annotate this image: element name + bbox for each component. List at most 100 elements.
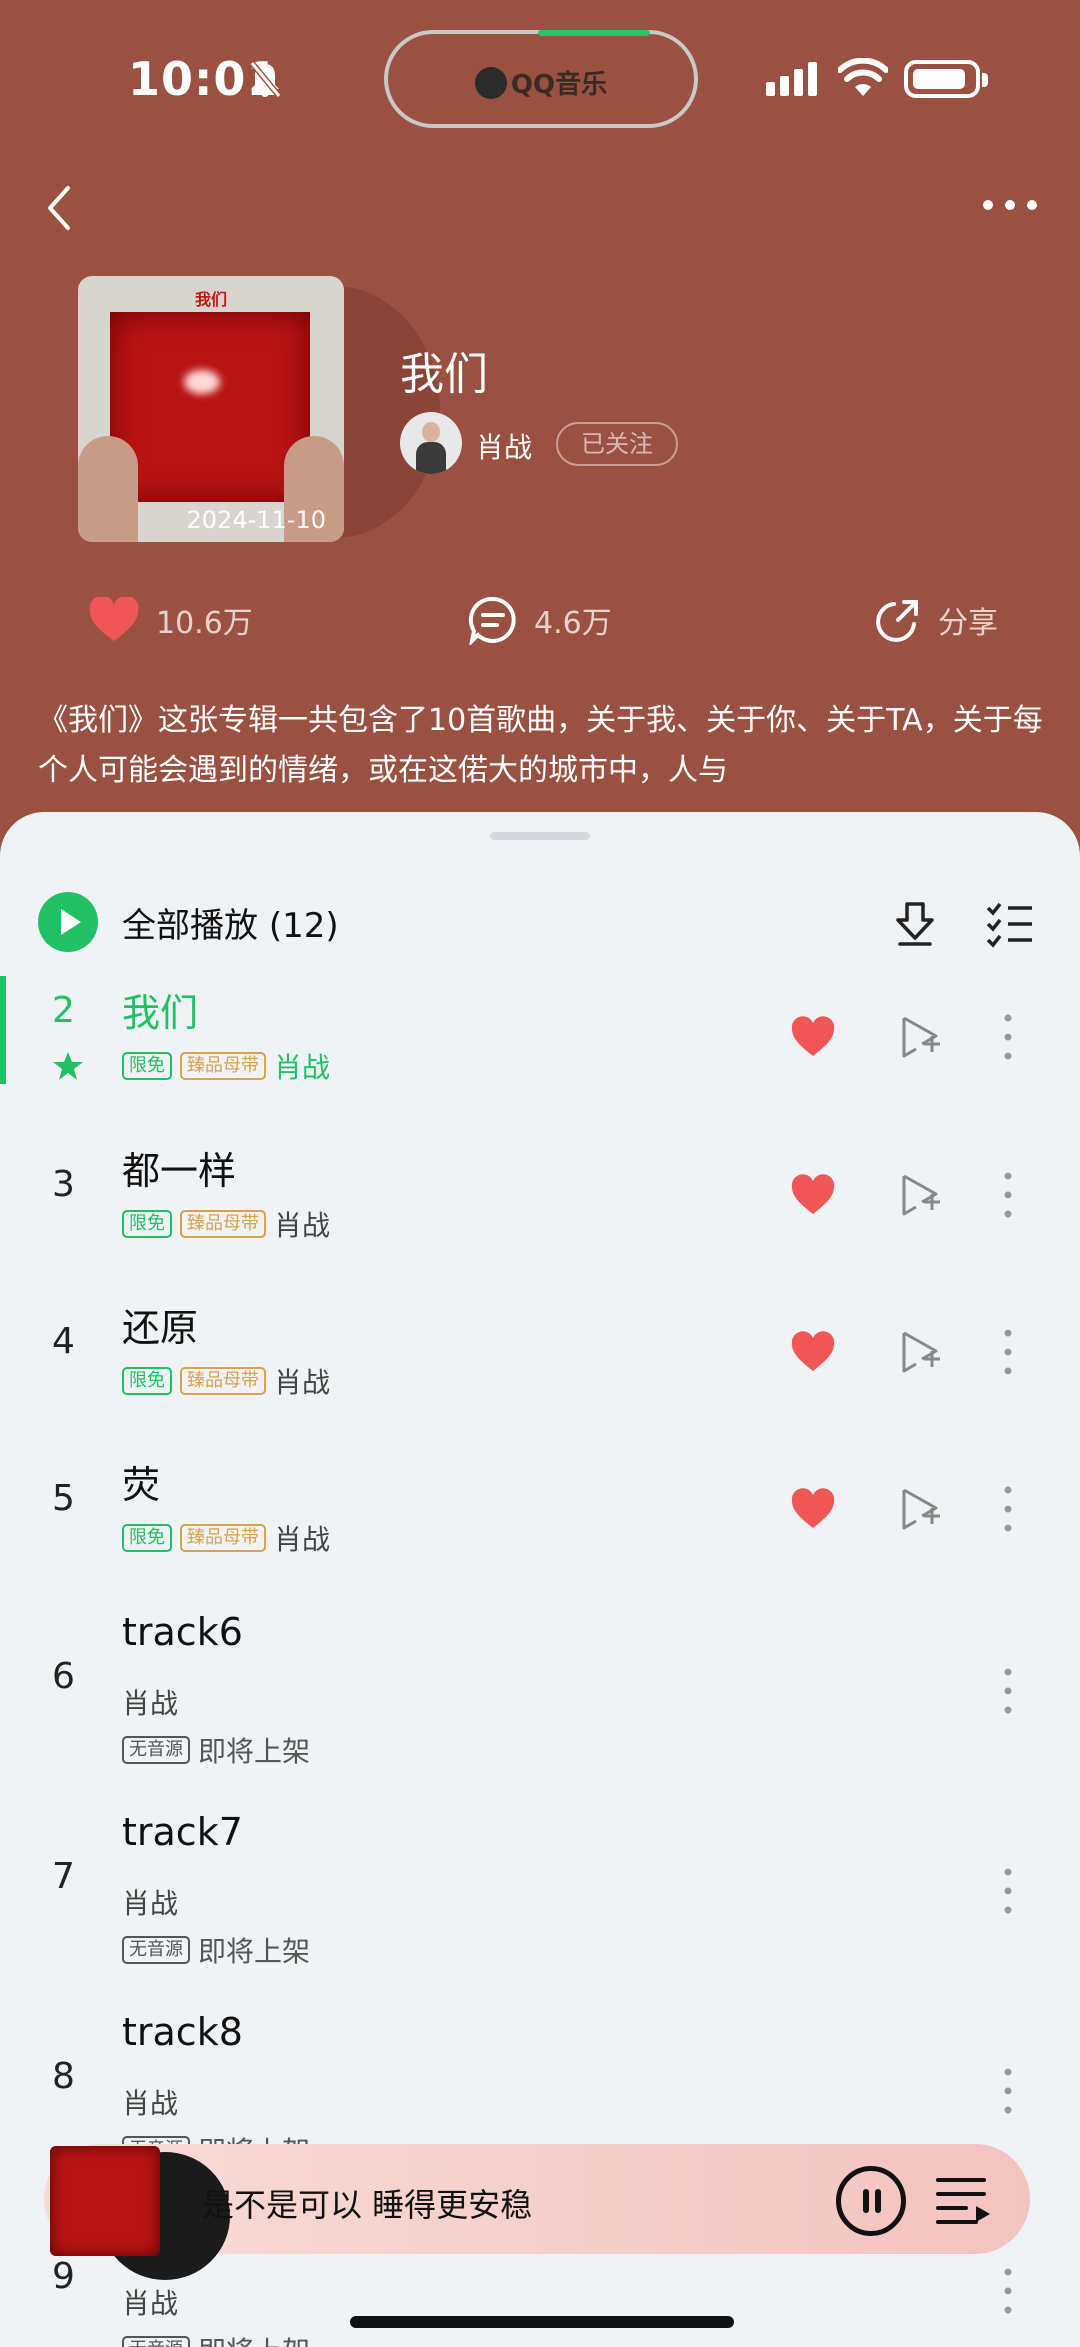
heart-icon[interactable] <box>790 1016 836 1058</box>
comment-count: 4.6万 <box>534 606 612 641</box>
mini-player[interactable]: 是不是可以 睡得更安稳 <box>44 2144 1030 2280</box>
add-to-queue-icon[interactable] <box>900 1486 942 1532</box>
play-all-button[interactable]: 全部播放 (12) <box>38 892 339 952</box>
free-badge: 限免 <box>122 1367 172 1395</box>
track-title: 还原 <box>122 1306 199 1350</box>
master-quality-badge: 臻品母带 <box>180 1524 266 1552</box>
more-options-icon[interactable] <box>1000 1327 1016 1377</box>
more-icon[interactable] <box>980 190 1040 220</box>
dynamic-island[interactable]: QQ音乐 <box>384 30 698 128</box>
release-status: 即将上架 <box>198 1735 311 1768</box>
track-artist: 肖战 <box>274 1209 331 1242</box>
track-row[interactable]: 2 我们 限免 臻品母带 肖战 <box>0 976 1080 1086</box>
bell-muted-icon <box>249 61 282 98</box>
sheet-grabber[interactable] <box>490 832 590 840</box>
track-title: 都一样 <box>122 1149 237 1193</box>
more-options-icon[interactable] <box>1000 1012 1016 1062</box>
home-indicator[interactable] <box>350 2316 734 2328</box>
track-artist: 肖战 <box>122 1887 179 1920</box>
track-number: 6 <box>52 1656 75 1697</box>
heart-icon[interactable] <box>790 1488 836 1530</box>
share-button[interactable]: 分享 <box>874 590 998 650</box>
free-badge: 限免 <box>122 1052 172 1080</box>
battery-icon <box>904 60 988 98</box>
track-row[interactable]: 5 荧 限免 臻品母带 肖战 <box>0 1448 1080 1558</box>
follow-button[interactable]: 已关注 <box>556 422 678 466</box>
heart-icon[interactable] <box>790 1174 836 1216</box>
cover-art: 我们 2024-11-10 <box>78 276 344 542</box>
more-options-icon[interactable] <box>1000 1666 1016 1716</box>
track-artist: 肖战 <box>274 1366 331 1399</box>
more-options-icon[interactable] <box>1000 2066 1016 2116</box>
play-icon <box>38 892 98 952</box>
star-icon <box>53 1052 83 1080</box>
track-artist: 肖战 <box>122 2287 179 2320</box>
album-cover[interactable]: 我们 2024-11-10 <box>78 276 440 544</box>
album-description[interactable]: 《我们》这张专辑一共包含了10首歌曲，关于我、关于你、关于TA，关于每个人可能会… <box>38 696 1048 796</box>
back-icon[interactable] <box>40 180 80 236</box>
track-title: track7 <box>122 1810 243 1854</box>
more-options-icon[interactable] <box>1000 2266 1016 2316</box>
track-number: 5 <box>52 1478 75 1519</box>
track-row[interactable]: 6 track6 肖战 无音源 即将上架 <box>0 1604 1080 1784</box>
multi-select-icon[interactable] <box>986 898 1036 948</box>
free-badge: 限免 <box>122 1524 172 1552</box>
album-title: 我们 <box>400 349 488 400</box>
free-badge: 限免 <box>122 1210 172 1238</box>
artist-name[interactable]: 肖战 <box>476 426 532 466</box>
wifi-icon <box>838 58 888 96</box>
track-artist: 肖战 <box>122 2087 179 2120</box>
like-count: 10.6万 <box>156 606 253 641</box>
track-artist: 肖战 <box>122 1687 179 1720</box>
track-artist: 肖战 <box>274 1523 331 1556</box>
download-icon[interactable] <box>890 898 940 948</box>
share-label: 分享 <box>938 606 998 641</box>
track-list-sheet: 全部播放 (12) 2 我们 限免 臻品母带 肖战 3 都一样 限免 臻品母带 … <box>0 812 1080 2347</box>
pause-icon[interactable] <box>836 2166 906 2236</box>
master-quality-badge: 臻品母带 <box>180 1367 266 1395</box>
like-button[interactable]: 10.6万 <box>88 590 253 650</box>
now-playing-title: 是不是可以 睡得更安稳 <box>202 2186 533 2224</box>
signal-icon <box>766 62 817 96</box>
release-status: 即将上架 <box>198 2330 310 2347</box>
track-title: track6 <box>122 1610 243 1654</box>
no-source-badge: 无音源 <box>122 2336 190 2347</box>
more-options-icon[interactable] <box>1000 1484 1016 1534</box>
master-quality-badge: 臻品母带 <box>180 1210 266 1238</box>
track-number: 4 <box>52 1321 75 1362</box>
more-options-icon[interactable] <box>1000 1170 1016 1220</box>
album-header: 10:01 QQ音乐 我们 2024-11-10 我们 肖战 已关注 10.6万… <box>0 0 1080 880</box>
playlist-icon[interactable] <box>936 2174 992 2226</box>
release-date: 2024-11-10 <box>186 506 326 534</box>
comment-button[interactable]: 4.6万 <box>468 590 612 650</box>
track-number: 3 <box>52 1164 75 1205</box>
track-artist: 肖战 <box>274 1051 331 1084</box>
heart-icon[interactable] <box>790 1331 836 1373</box>
add-to-queue-icon[interactable] <box>900 1014 942 1060</box>
track-row[interactable]: 7 track7 肖战 无音源 即将上架 <box>0 1804 1080 1984</box>
share-icon <box>876 600 918 642</box>
track-title: track8 <box>122 2010 243 2054</box>
add-to-queue-icon[interactable] <box>900 1172 942 1218</box>
track-count: (12) <box>268 905 339 946</box>
no-source-badge: 无音源 <box>122 1736 190 1764</box>
track-title: 我们 <box>122 991 199 1035</box>
master-quality-badge: 臻品母带 <box>180 1052 266 1080</box>
mini-cover-art[interactable] <box>50 2146 160 2256</box>
more-options-icon[interactable] <box>1000 1866 1016 1916</box>
play-all-label: 全部播放 <box>122 905 258 946</box>
qq-music-logo-icon <box>474 67 507 99</box>
comment-icon <box>468 596 516 645</box>
track-row[interactable]: 3 都一样 限免 臻品母带 肖战 <box>0 1134 1080 1244</box>
album-stats: 10.6万 4.6万 分享 <box>0 590 1080 650</box>
island-label: QQ音乐 <box>510 70 608 100</box>
track-title: 荧 <box>122 1463 161 1507</box>
heart-icon <box>89 597 139 641</box>
status-bar: 10:01 QQ音乐 <box>0 0 1080 150</box>
add-to-queue-icon[interactable] <box>900 1329 942 1375</box>
track-row[interactable]: 4 还原 限免 臻品母带 肖战 <box>0 1291 1080 1401</box>
artist-avatar[interactable] <box>400 412 462 474</box>
track-number: 7 <box>52 1856 75 1897</box>
cover-title: 我们 <box>194 290 227 309</box>
track-number: 2 <box>52 990 75 1031</box>
